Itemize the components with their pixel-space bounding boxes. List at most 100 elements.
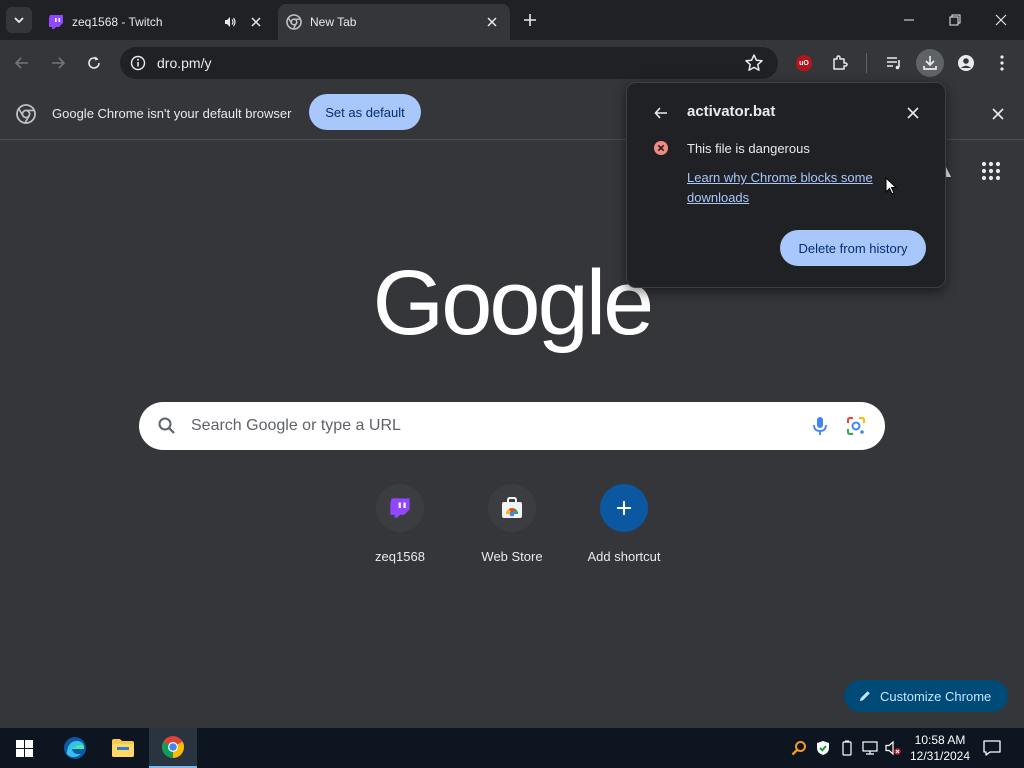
download-bubble: activator.bat This file is dangerous Lea… <box>626 82 946 288</box>
apps-grid-icon <box>981 161 1001 181</box>
download-icon <box>923 56 937 70</box>
close-window-button[interactable] <box>978 6 1024 34</box>
shortcut-web-store[interactable]: Web Store <box>456 482 568 572</box>
notifications-icon[interactable] <box>982 738 1002 758</box>
clock-date: 12/31/2024 <box>909 749 971 763</box>
restore-icon <box>949 14 961 26</box>
queue-music-icon <box>887 57 900 70</box>
learn-more-link[interactable]: Learn why Chrome blocks some downloads <box>687 168 887 208</box>
customize-chrome-label: Customize Chrome <box>880 688 992 704</box>
new-tab-button[interactable] <box>520 10 540 30</box>
omnibox[interactable]: dro.pm/y <box>120 47 778 79</box>
search-box[interactable] <box>139 402 885 450</box>
chevron-down-icon <box>14 17 24 24</box>
puzzle-icon <box>833 55 848 70</box>
network-icon[interactable] <box>862 740 878 756</box>
shortcut-icon-container <box>600 484 648 532</box>
folder-icon <box>112 739 134 757</box>
close-icon <box>995 14 1007 26</box>
tab-title: New Tab <box>310 15 357 29</box>
chrome-icon <box>286 14 302 30</box>
shortcut-label: Web Store <box>481 549 543 564</box>
toolbar: dro.pm/y uO <box>0 40 1024 86</box>
tab-strip: zeq1568 - Twitch New Tab <box>0 0 1024 40</box>
back-button[interactable] <box>651 103 671 123</box>
battery-icon[interactable] <box>839 740 855 756</box>
google-logo: Google <box>374 262 650 354</box>
media-controls-button[interactable] <box>880 49 908 77</box>
windows-security-icon[interactable] <box>815 740 831 756</box>
delete-from-history-button[interactable]: Delete from history <box>780 230 926 266</box>
toolbar-separator <box>866 53 867 73</box>
tab-twitch[interactable]: zeq1568 - Twitch <box>40 4 274 40</box>
web-store-icon <box>502 497 522 518</box>
restore-button[interactable] <box>932 6 978 34</box>
google-logo-text: Google <box>374 262 650 354</box>
chrome-icon <box>16 104 36 124</box>
arrow-left-icon <box>654 107 667 119</box>
reload-icon <box>88 56 100 69</box>
forward-button[interactable] <box>44 49 72 77</box>
edge-icon <box>64 737 86 759</box>
profile-icon <box>958 55 974 71</box>
customize-chrome-button[interactable]: Customize Chrome <box>844 680 1008 712</box>
search-tray-icon[interactable] <box>791 740 807 756</box>
clock-time: 10:58 AM <box>914 733 966 747</box>
mouse-cursor-icon <box>885 177 897 195</box>
infobar-close-button[interactable] <box>988 104 1008 124</box>
search-input[interactable] <box>191 412 791 440</box>
speaker-icon[interactable] <box>222 14 238 30</box>
infobar-message: Google Chrome isn't your default browser <box>52 106 292 121</box>
shortcut-label: Add shortcut <box>587 549 661 564</box>
shortcut-icon-container <box>376 484 424 532</box>
plus-icon <box>524 14 536 26</box>
twitch-icon <box>49 15 63 29</box>
download-filename: activator.bat <box>687 103 776 120</box>
google-lens-icon[interactable] <box>845 415 867 437</box>
windows-logo-icon <box>15 739 33 757</box>
minimize-icon <box>904 19 914 21</box>
minimize-button[interactable] <box>886 6 932 34</box>
download-status: This file is dangerous <box>687 141 810 156</box>
tab-new-tab[interactable]: New Tab <box>278 4 510 40</box>
site-info-icon[interactable] <box>128 53 148 73</box>
arrow-left-icon <box>14 57 28 69</box>
search-icon <box>158 417 175 434</box>
set-as-default-button[interactable]: Set as default <box>309 94 421 130</box>
taskbar-file-explorer[interactable] <box>99 728 147 768</box>
tab-search-button[interactable] <box>6 7 32 33</box>
system-clock[interactable]: 10:58 AM 12/31/2024 <box>906 732 974 764</box>
back-button[interactable] <box>8 49 36 77</box>
danger-icon <box>654 141 668 155</box>
menu-button[interactable] <box>988 49 1016 77</box>
close-icon <box>907 107 919 119</box>
taskbar-edge[interactable] <box>51 728 99 768</box>
microphone-icon[interactable] <box>809 415 831 437</box>
pencil-icon <box>860 691 870 701</box>
extensions-button[interactable] <box>826 49 854 77</box>
reload-button[interactable] <box>80 49 108 77</box>
downloads-button[interactable] <box>916 49 944 77</box>
plus-icon <box>617 501 631 515</box>
add-shortcut[interactable]: Add shortcut <box>568 482 680 572</box>
taskbar-chrome[interactable] <box>149 728 197 768</box>
google-apps-button[interactable] <box>978 158 1004 184</box>
url-text[interactable]: dro.pm/y <box>157 55 211 71</box>
volume-muted-icon[interactable] <box>885 740 901 756</box>
shortcut-icon-container <box>488 484 536 532</box>
twitch-icon <box>390 498 410 518</box>
profile-button[interactable] <box>952 49 980 77</box>
shortcut-zeq1568[interactable]: zeq1568 <box>344 482 456 572</box>
tab-close-icon[interactable] <box>248 14 264 30</box>
kebab-menu-icon <box>1000 55 1004 71</box>
bookmark-star-icon[interactable] <box>744 53 764 73</box>
chrome-icon <box>162 736 184 758</box>
tab-close-icon[interactable] <box>484 14 500 30</box>
tab-title: zeq1568 - Twitch <box>72 15 163 29</box>
arrow-right-icon <box>52 57 66 69</box>
bubble-close-button[interactable] <box>903 103 923 123</box>
close-icon <box>992 108 1004 120</box>
ublock-origin-icon[interactable]: uO <box>796 55 812 71</box>
shortcut-label: zeq1568 <box>375 549 425 564</box>
start-button[interactable] <box>0 728 48 768</box>
